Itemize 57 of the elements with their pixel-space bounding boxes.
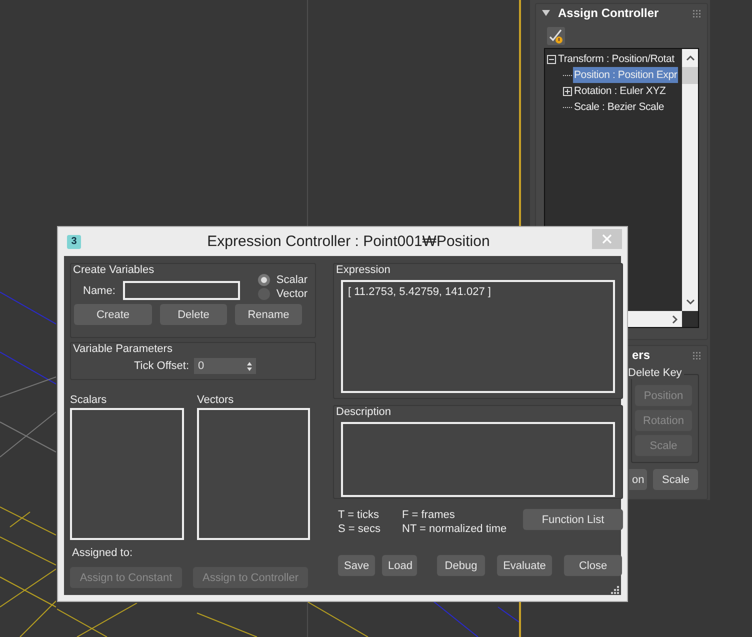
variable-button[interactable]: Rename (235, 304, 302, 325)
radio-dot[interactable] (258, 288, 270, 300)
group-label: Delete Key (628, 367, 684, 379)
field-label: Name: (83, 284, 116, 296)
key-button[interactable]: on (629, 469, 648, 490)
rollout-title[interactable]: Assign Controller (558, 6, 659, 20)
scroll-right-icon[interactable] (672, 314, 678, 324)
expression-field[interactable]: [ 11.2753, 5.42759, 141.027 ] (341, 280, 615, 393)
resize-grip-icon[interactable] (611, 586, 619, 594)
variable-list[interactable] (197, 408, 310, 540)
scroll-down-icon[interactable] (686, 299, 694, 305)
tree-item[interactable]: Scale : Bezier Scale (573, 99, 665, 115)
description-field[interactable] (341, 422, 615, 497)
dialog-button[interactable]: Debug (437, 555, 485, 576)
group-label: Description (336, 406, 392, 418)
list-label: Vectors (197, 394, 235, 406)
close-icon (602, 234, 612, 244)
legend-text: NT = normalized time (402, 523, 508, 535)
brush-check-icon (548, 28, 564, 44)
name-field[interactable] (123, 281, 240, 300)
grip-icon[interactable] (693, 10, 701, 18)
variable-button[interactable]: Create (74, 304, 152, 325)
function-list-button[interactable]: Function List (523, 509, 623, 530)
group-label: Create Variables (73, 264, 154, 276)
list-label: Scalars (70, 394, 108, 406)
dialog-button[interactable]: Load (382, 555, 417, 576)
spinner-arrows-icon[interactable] (247, 362, 252, 370)
key-button[interactable]: Scale (653, 469, 698, 490)
tree-item[interactable]: Rotation : Euler XYZ (573, 83, 667, 99)
variable-list[interactable] (70, 408, 184, 540)
legend-text: F = frames (402, 509, 456, 521)
variable-button[interactable]: Delete (160, 304, 227, 325)
group-label: Variable Parameters (73, 343, 172, 355)
legend-text: T = ticks (338, 509, 380, 521)
radio-dot[interactable] (258, 274, 270, 286)
dialog-button[interactable]: Evaluate (497, 555, 552, 576)
tick-offset-spinner[interactable]: 0 (194, 358, 256, 374)
radio-option[interactable]: Scalar (258, 274, 308, 286)
group-label: Expression (336, 264, 390, 276)
vertical-scrollbar[interactable] (682, 49, 698, 311)
scroll-up-icon[interactable] (686, 55, 694, 61)
app-logo: 3 (67, 234, 81, 248)
dialog-button[interactable]: Close (564, 555, 622, 576)
grip-icon[interactable] (693, 352, 701, 360)
field-label: Tick Offset: (134, 360, 190, 372)
dialog-button[interactable]: Save (338, 555, 375, 576)
expand-icon[interactable] (563, 86, 572, 96)
window-title: Expression Controller : Point001₩Position (206, 233, 491, 250)
legend-text: S = secs (338, 523, 382, 535)
assign-controller-button[interactable] (547, 27, 565, 45)
tree-item[interactable]: Transform : Position/Rotat (557, 51, 676, 67)
tree-item[interactable]: Position : Position Expr (573, 67, 678, 83)
assigned-to-label: Assigned to: (72, 547, 134, 559)
collapse-arrow-icon[interactable] (542, 9, 550, 17)
radio-option[interactable]: Vector (258, 288, 308, 300)
collapse-icon[interactable] (547, 54, 556, 64)
scroll-thumb[interactable] (682, 67, 698, 84)
